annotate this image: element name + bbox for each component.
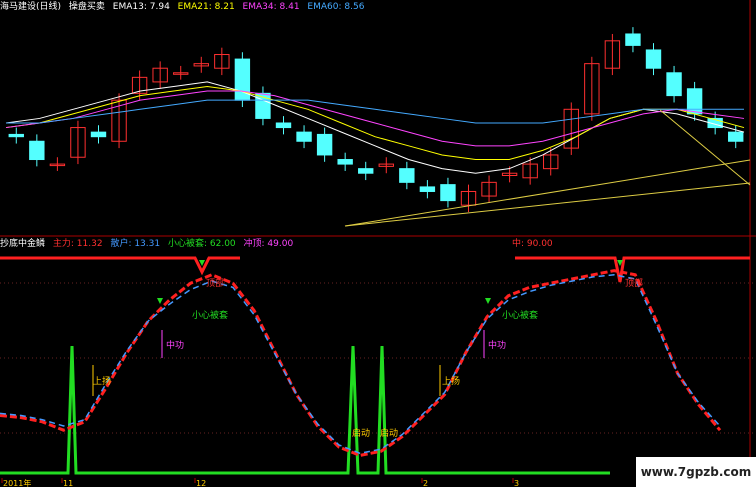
down-arrow-marker [485, 298, 491, 304]
down-arrow-marker [157, 298, 163, 304]
oscillator-line-main [0, 269, 722, 457]
oscillator-right-value: 中: 90.00 [512, 239, 553, 249]
annotation-label: 中功 [488, 339, 506, 351]
candle-body [8, 133, 24, 138]
date-tick-label: 2 [423, 479, 428, 487]
oscillator-title: 抄底中金鳞 [0, 239, 46, 249]
candle-body [337, 159, 353, 165]
annotations: 顶部小心被套中功上扬启动 启动 小心被套中功上扬 顶部 [92, 260, 643, 439]
annotation-label: 上扬 [442, 375, 460, 387]
candles [8, 27, 744, 213]
price-panel-header: 海马建设(日线) 操盘买卖 EMA13: 7.94 EMA21: 8.21 EM… [0, 0, 369, 14]
oscillator-line-retail [0, 274, 721, 455]
oscillator-header: 抄底中金鳞 主力: 11.32 散户: 13.31 小心被套: 62.00 冲顶… [0, 238, 298, 250]
stock-title: 海马建设(日线) [0, 2, 62, 12]
candle-body [296, 131, 312, 142]
candle-body [358, 168, 374, 174]
candle-body [399, 168, 415, 183]
candle-body [666, 72, 682, 97]
ema34-readout: EMA34: 8.41 [242, 2, 300, 12]
ema-line-ema34 [5, 90, 745, 147]
candle-body [316, 133, 333, 156]
retail-readout: 散户: 13.31 [110, 239, 161, 249]
date-tick-label: 2011年 [3, 478, 31, 487]
candle-body [419, 186, 436, 192]
indicator-name: 操盘买卖 [68, 2, 105, 12]
ema21-readout: EMA21: 8.21 [177, 2, 235, 12]
date-tick-label: 3 [514, 479, 519, 487]
annotation-label: 上扬 [93, 375, 111, 387]
rush-readout: 冲顶: 49.00 [243, 239, 294, 249]
ema-line-ema13 [5, 81, 745, 174]
date-axis: 2011年 11 12 2 3 [1, 478, 519, 487]
annotation-label: 小心被套 [502, 309, 538, 321]
candle-body [686, 88, 703, 115]
date-tick-label: 11 [63, 479, 73, 487]
annotation-label: 中功 [166, 339, 184, 351]
annotation-label: 顶部 [625, 277, 643, 289]
watermark: www.7gpzb.com [636, 457, 756, 487]
oscillator [0, 256, 750, 475]
annotation-label: 启动 [352, 427, 370, 439]
candle-body [90, 131, 107, 138]
candle-body [29, 140, 45, 161]
candle-body [275, 122, 292, 129]
caution-readout: 小心被套: 62.00 [167, 239, 236, 249]
annotation-label: 小心被套 [192, 309, 228, 321]
candle-body [728, 131, 744, 142]
candle-body [625, 33, 641, 46]
annotation-label: 启动 [380, 427, 398, 439]
ema13-readout: EMA13: 7.94 [112, 2, 170, 12]
ema-lines [5, 81, 745, 174]
date-tick-label: 12 [196, 479, 206, 487]
candle-body [645, 49, 662, 69]
ema60-readout: EMA60: 8.56 [307, 2, 365, 12]
main-force-readout: 主力: 11.32 [52, 239, 103, 249]
annotation-label: 顶部 [206, 277, 224, 289]
trend-line [344, 182, 751, 227]
trend-lines [344, 109, 751, 227]
candle-body [440, 184, 456, 202]
